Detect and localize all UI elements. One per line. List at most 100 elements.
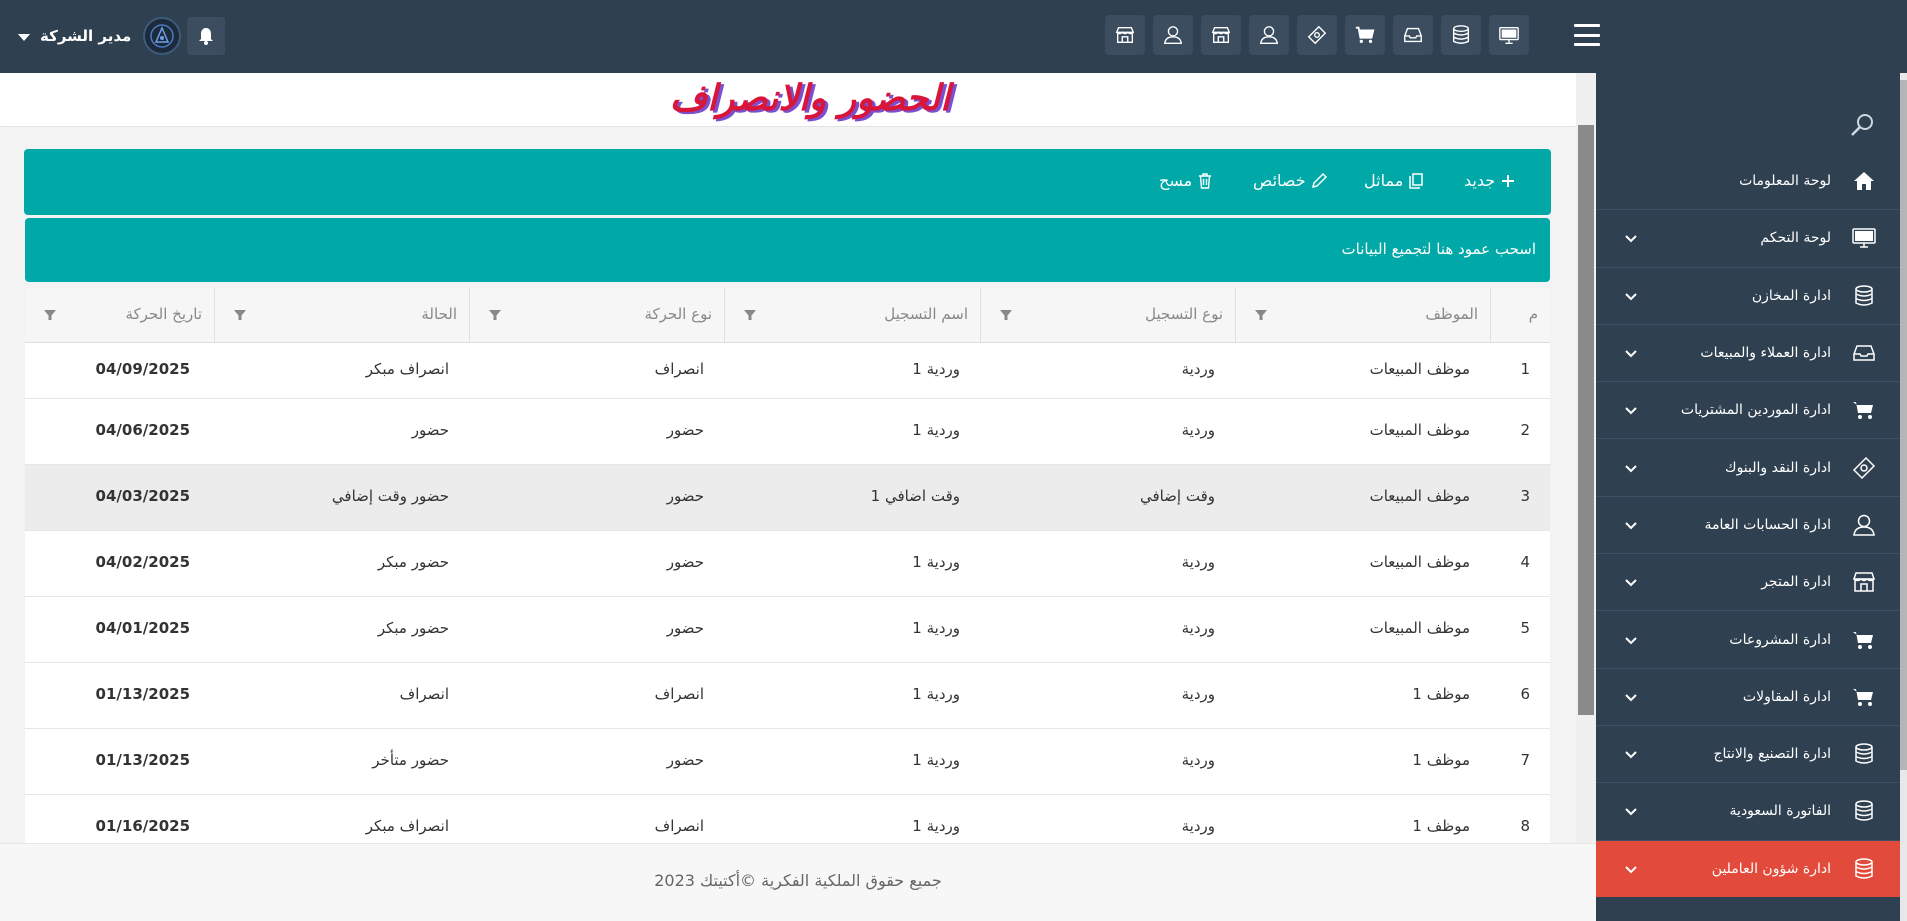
filter-icon[interactable]	[43, 308, 57, 322]
user-icon[interactable]	[1249, 15, 1289, 55]
column-header-number[interactable]: م	[1490, 288, 1550, 342]
properties-button-label: خصائص	[1253, 171, 1306, 190]
sidebar-item-hr[interactable]: ادارة شؤون العاملين	[1596, 839, 1907, 897]
cell-number: 7	[1520, 750, 1530, 769]
avatar[interactable]	[143, 17, 182, 55]
user-icon[interactable]	[1153, 15, 1193, 55]
filter-icon[interactable]	[488, 308, 502, 322]
cell-movement-type: حضور	[666, 486, 704, 505]
chevron-down-icon	[1625, 694, 1637, 702]
page-title: الحضور والانصراف	[669, 77, 951, 119]
inbox-icon[interactable]	[1393, 15, 1433, 55]
sidebar-item-label: الفاتورة السعودية	[1729, 803, 1831, 820]
store-icon[interactable]	[1201, 15, 1241, 55]
table-row[interactable]: 1 موظف المبيعات وردية وردية 1 انصراف انص…	[25, 343, 1550, 399]
similar-button[interactable]: مماثل	[1364, 171, 1425, 190]
cell-status: انصراف مبكر	[365, 816, 449, 835]
column-header-registration-type[interactable]: نوع التسجيل	[980, 288, 1235, 342]
table-row[interactable]: 2 موظف المبيعات وردية وردية 1 حضور حضور …	[25, 399, 1550, 465]
cell-status: حضور متأخر	[372, 750, 449, 769]
group-by-panel[interactable]: اسحب عمود هنا لتجميع البيانات	[25, 218, 1550, 282]
menu-toggle-icon[interactable]	[1574, 24, 1600, 46]
grid-header: م الموظف نوع التسجيل اسم التسجيل نوع الح…	[25, 288, 1550, 343]
sidebar-item-general-accounts[interactable]: ادارة الحسابات العامة	[1596, 495, 1907, 553]
trash-icon	[1199, 172, 1212, 189]
cell-number: 1	[1520, 359, 1530, 378]
database-icon	[1855, 284, 1873, 306]
table-row[interactable]: 4 موظف المبيعات وردية وردية 1 حضور حضور …	[25, 531, 1550, 597]
column-header-registration-name[interactable]: اسم التسجيل	[724, 288, 980, 342]
delete-button[interactable]: مسح	[1159, 171, 1214, 190]
table-row[interactable]: 7 موظف 1 وردية وردية 1 حضور حضور متأخر 0…	[25, 729, 1550, 795]
sidebar-item-label: ادارة العملاء والمبيعات	[1700, 345, 1831, 362]
sidebar-item-suppliers-purchases[interactable]: ادارة الموردين المشتريات	[1596, 381, 1907, 438]
toolbar: جديد مماثل خصائص مسح	[24, 149, 1551, 215]
money-icon	[1852, 456, 1876, 479]
filter-icon[interactable]	[233, 308, 247, 322]
cell-number: 3	[1520, 486, 1530, 505]
sidebar-item-projects[interactable]: ادارة المشروعات	[1596, 610, 1907, 667]
attendance-grid: م الموظف نوع التسجيل اسم التسجيل نوع الح…	[25, 288, 1550, 843]
sidebar-item-label: لوحة المعلومات	[1739, 172, 1831, 189]
sidebar-item-manufacturing[interactable]: ادارة التصنيع والانتاج	[1596, 724, 1907, 782]
chevron-down-icon	[1625, 808, 1637, 816]
sidebar-item-control-panel[interactable]: لوحة التحكم	[1596, 209, 1907, 266]
cell-status: حضور مبكر	[377, 552, 449, 571]
content-scrollbar-thumb[interactable]	[1578, 125, 1594, 715]
properties-button[interactable]: خصائص	[1253, 171, 1328, 190]
cart-icon	[1853, 688, 1873, 706]
table-row[interactable]: 8 موظف 1 وردية وردية 1 انصراف انصراف مبك…	[25, 795, 1550, 843]
column-header-status[interactable]: الحالة	[214, 288, 469, 342]
cell-status: حضور	[411, 420, 449, 439]
chevron-down-icon	[1625, 407, 1637, 415]
monitor-icon[interactable]	[1489, 15, 1529, 55]
cell-date: 04/01/2025	[95, 618, 190, 637]
notifications-button[interactable]	[187, 17, 226, 55]
filter-icon[interactable]	[1254, 308, 1268, 322]
top-bar: مدير الشركة	[0, 0, 1907, 73]
search-icon[interactable]	[1848, 111, 1876, 139]
sidebar-item-label: ادارة الحسابات العامة	[1704, 516, 1831, 533]
sidebar-item-saudi-invoice[interactable]: الفاتورة السعودية	[1596, 782, 1907, 839]
sidebar-menu: لوحة المعلومات لوحة التحكم ادارة المخازن…	[1596, 152, 1907, 897]
database-icon[interactable]	[1441, 15, 1481, 55]
sidebar-item-dashboard[interactable]: لوحة المعلومات	[1596, 152, 1907, 209]
table-row[interactable]: 6 موظف 1 وردية وردية 1 انصراف انصراف 01/…	[25, 663, 1550, 729]
filter-icon[interactable]	[999, 308, 1013, 322]
cell-registration-name: وردية 1	[912, 618, 960, 637]
sidebar-item-label: ادارة المشروعات	[1729, 631, 1831, 648]
database-icon	[1855, 857, 1873, 879]
money-icon[interactable]	[1297, 15, 1337, 55]
sidebar-item-warehouses[interactable]: ادارة المخازن	[1596, 266, 1907, 324]
sidebar-item-label: ادارة التصنيع والانتاج	[1713, 746, 1832, 763]
table-row[interactable]: 5 موظف المبيعات وردية وردية 1 حضور حضور …	[25, 597, 1550, 663]
sidebar-item-label: ادارة النقد والبنوك	[1725, 459, 1831, 476]
sidebar-scrollbar-thumb[interactable]	[1900, 80, 1907, 770]
sidebar-item-label: ادارة المخازن	[1751, 287, 1831, 304]
sidebar-item-label: لوحة التحكم	[1760, 230, 1831, 247]
cell-number: 4	[1520, 552, 1530, 571]
cell-employee: موظف المبيعات	[1369, 552, 1470, 571]
chevron-down-icon	[1625, 865, 1637, 874]
cell-movement-type: انصراف	[654, 816, 704, 835]
sidebar-item-store[interactable]: ادارة المتجر	[1596, 553, 1907, 610]
sidebar-item-contracting[interactable]: ادارة المقاولات	[1596, 667, 1907, 725]
column-header-movement-type[interactable]: نوع الحركة	[469, 288, 724, 342]
sidebar-item-cash-banks[interactable]: ادارة النقد والبنوك	[1596, 438, 1907, 495]
cell-number: 5	[1520, 618, 1530, 637]
chevron-down-icon	[1625, 522, 1637, 530]
home-icon	[1854, 171, 1874, 190]
user-menu[interactable]: مدير الشركة	[18, 16, 226, 56]
store-icon[interactable]	[1105, 15, 1145, 55]
new-button[interactable]: جديد	[1464, 171, 1517, 190]
sidebar-item-label: ادارة الموردين المشتريات	[1680, 402, 1831, 419]
sidebar-item-customers-sales[interactable]: ادارة العملاء والمبيعات	[1596, 323, 1907, 381]
column-header-employee[interactable]: الموظف	[1235, 288, 1490, 342]
cart-icon[interactable]	[1345, 15, 1385, 55]
sidebar-item-label: ادارة المقاولات	[1742, 688, 1831, 705]
table-row-selected[interactable]: 3 موظف المبيعات وقت إضافي وقت اضافي 1 حض…	[25, 465, 1550, 531]
filter-icon[interactable]	[743, 308, 757, 322]
user-name[interactable]: مدير الشركة	[40, 27, 131, 45]
cell-movement-type: حضور	[666, 552, 704, 571]
column-header-movement-date[interactable]: تاريخ الحركة	[25, 288, 214, 342]
